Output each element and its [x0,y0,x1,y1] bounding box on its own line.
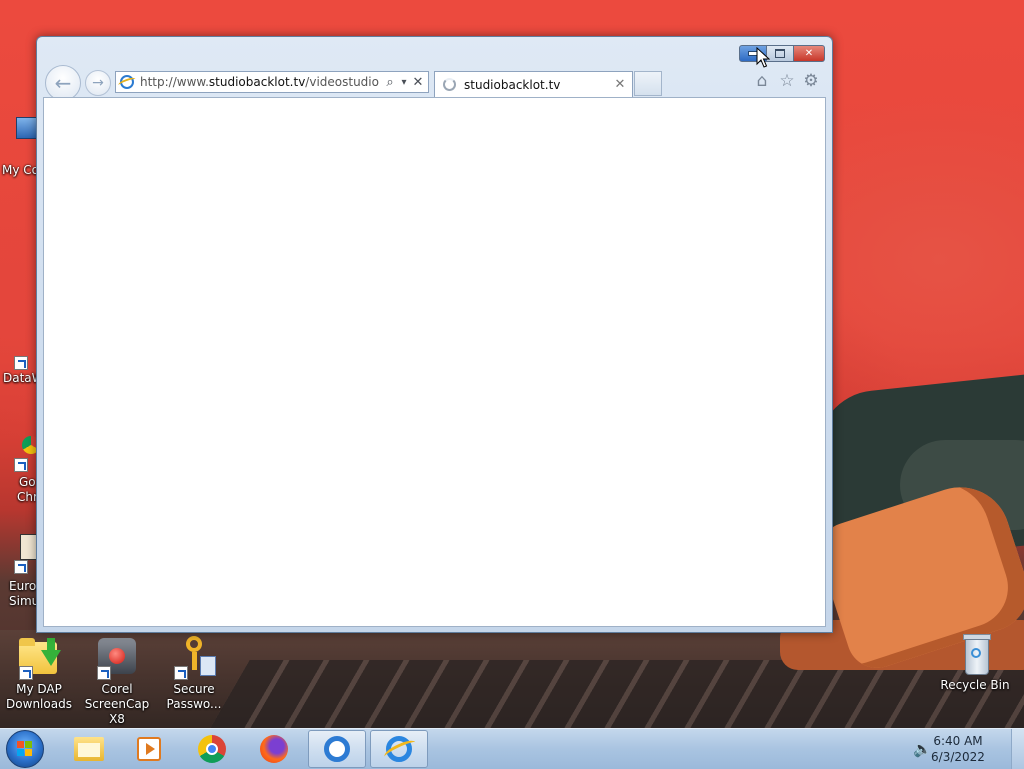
shortcut-arrow-icon [97,666,111,680]
windows-flag-icon [17,741,33,757]
shortcut-arrow-icon [14,458,28,472]
tab-close-icon[interactable]: ✕ [613,77,627,92]
google-chrome-label-1: Go [19,475,36,489]
address-bar[interactable]: http://www.studiobacklot.tv/videostudio … [115,71,429,93]
stop-icon[interactable]: ✕ [411,75,425,90]
recycle-bin-label: Recycle Bin [940,678,1010,692]
favorites-star-icon[interactable]: ☆ [777,71,797,91]
taskbar-internet-explorer[interactable] [370,730,428,768]
corel-screencap-label-1: Corel [101,682,133,696]
taskbar: 🔈 6:40 AM 6/3/2022 [0,728,1024,769]
tab-studiobacklot[interactable]: studiobacklot.tv ✕ [434,71,633,97]
screencap-record-icon [95,636,139,680]
page-content-area[interactable] [43,97,826,627]
loading-spinner-icon [443,78,456,91]
maximize-button[interactable] [767,45,794,62]
shortcut-arrow-icon [19,666,33,680]
folder-icon [74,737,104,761]
taskbar-explorer[interactable] [60,730,118,768]
my-dap-downloads-desktop-icon[interactable]: My DAP Downloads [2,636,76,712]
search-icon[interactable]: ⌕ [383,75,397,90]
my-computer-label: My Co [2,163,39,177]
mouse-cursor-icon [756,47,770,68]
home-icon[interactable]: ⌂ [752,71,772,91]
chrome-icon [198,735,226,763]
folder-download-icon [17,636,61,680]
euro-sim-desktop-icon[interactable] [14,532,42,574]
euro-sim-label-2: Simu [9,594,40,608]
recycle-bin-icon [953,632,997,676]
media-player-icon [137,737,161,761]
secure-password-label-2: Passwo... [166,697,222,711]
show-desktop-button[interactable] [1011,729,1024,769]
shortcut-arrow-icon [14,560,28,574]
secure-password-desktop-icon[interactable]: Secure Passwo... [157,636,231,712]
euro-sim-label-1: Euro [9,579,37,593]
secure-password-label-1: Secure [173,682,215,696]
system-clock[interactable]: 6:40 AM 6/3/2022 [923,733,993,765]
google-chrome-desktop-icon[interactable] [14,436,40,472]
new-tab-button[interactable] [634,71,662,96]
url-text[interactable]: http://www.studiobacklot.tv/videostudio [140,75,383,89]
quicktime-icon [324,736,350,762]
ie-page-icon [120,75,134,89]
wallpaper-keyboard [210,660,1024,728]
url-host: studiobacklot.tv [208,75,306,89]
tools-gear-icon[interactable]: ⚙ [801,71,821,91]
tab-title: studiobacklot.tv [464,77,561,92]
clock-time: 6:40 AM [933,734,983,748]
address-dropdown-icon[interactable]: ▾ [397,77,411,88]
my-dap-downloads-label-2: Downloads [6,697,72,711]
taskbar-media-player[interactable] [120,730,178,768]
corel-screencap-desktop-icon[interactable]: Corel ScreenCap X8 [80,636,154,727]
url-prefix: http://www. [140,75,209,89]
taskbar-quicktime[interactable] [308,730,366,768]
clock-date: 6/3/2022 [931,750,985,764]
forward-button[interactable]: → [85,70,111,96]
key-icon [172,636,216,680]
google-chrome-label-2: Chr [17,490,38,504]
url-path: /videostudio [305,75,379,89]
internet-explorer-icon [382,736,418,762]
datawatch-desktop-icon[interactable] [14,350,34,370]
firefox-icon [260,735,288,763]
forward-arrow-icon: → [92,75,104,91]
corel-screencap-label-2: ScreenCap X8 [84,697,150,726]
taskbar-chrome[interactable] [183,730,241,768]
shortcut-arrow-icon [14,356,28,370]
close-icon: ✕ [804,48,814,59]
shortcut-arrow-icon [174,666,188,680]
recycle-bin-desktop-icon[interactable]: Recycle Bin [938,632,1012,693]
browser-window[interactable]: ✕ ← → http://www.studiobacklot.tv/videos… [36,36,833,633]
restore-icon [775,49,785,58]
start-button[interactable] [6,730,44,768]
my-dap-downloads-label-1: My DAP [16,682,62,696]
taskbar-firefox[interactable] [245,730,303,768]
window-caption-buttons: ✕ [739,45,825,62]
close-button[interactable]: ✕ [794,45,825,62]
back-button[interactable]: ← [45,65,81,101]
back-arrow-icon: ← [54,71,72,95]
